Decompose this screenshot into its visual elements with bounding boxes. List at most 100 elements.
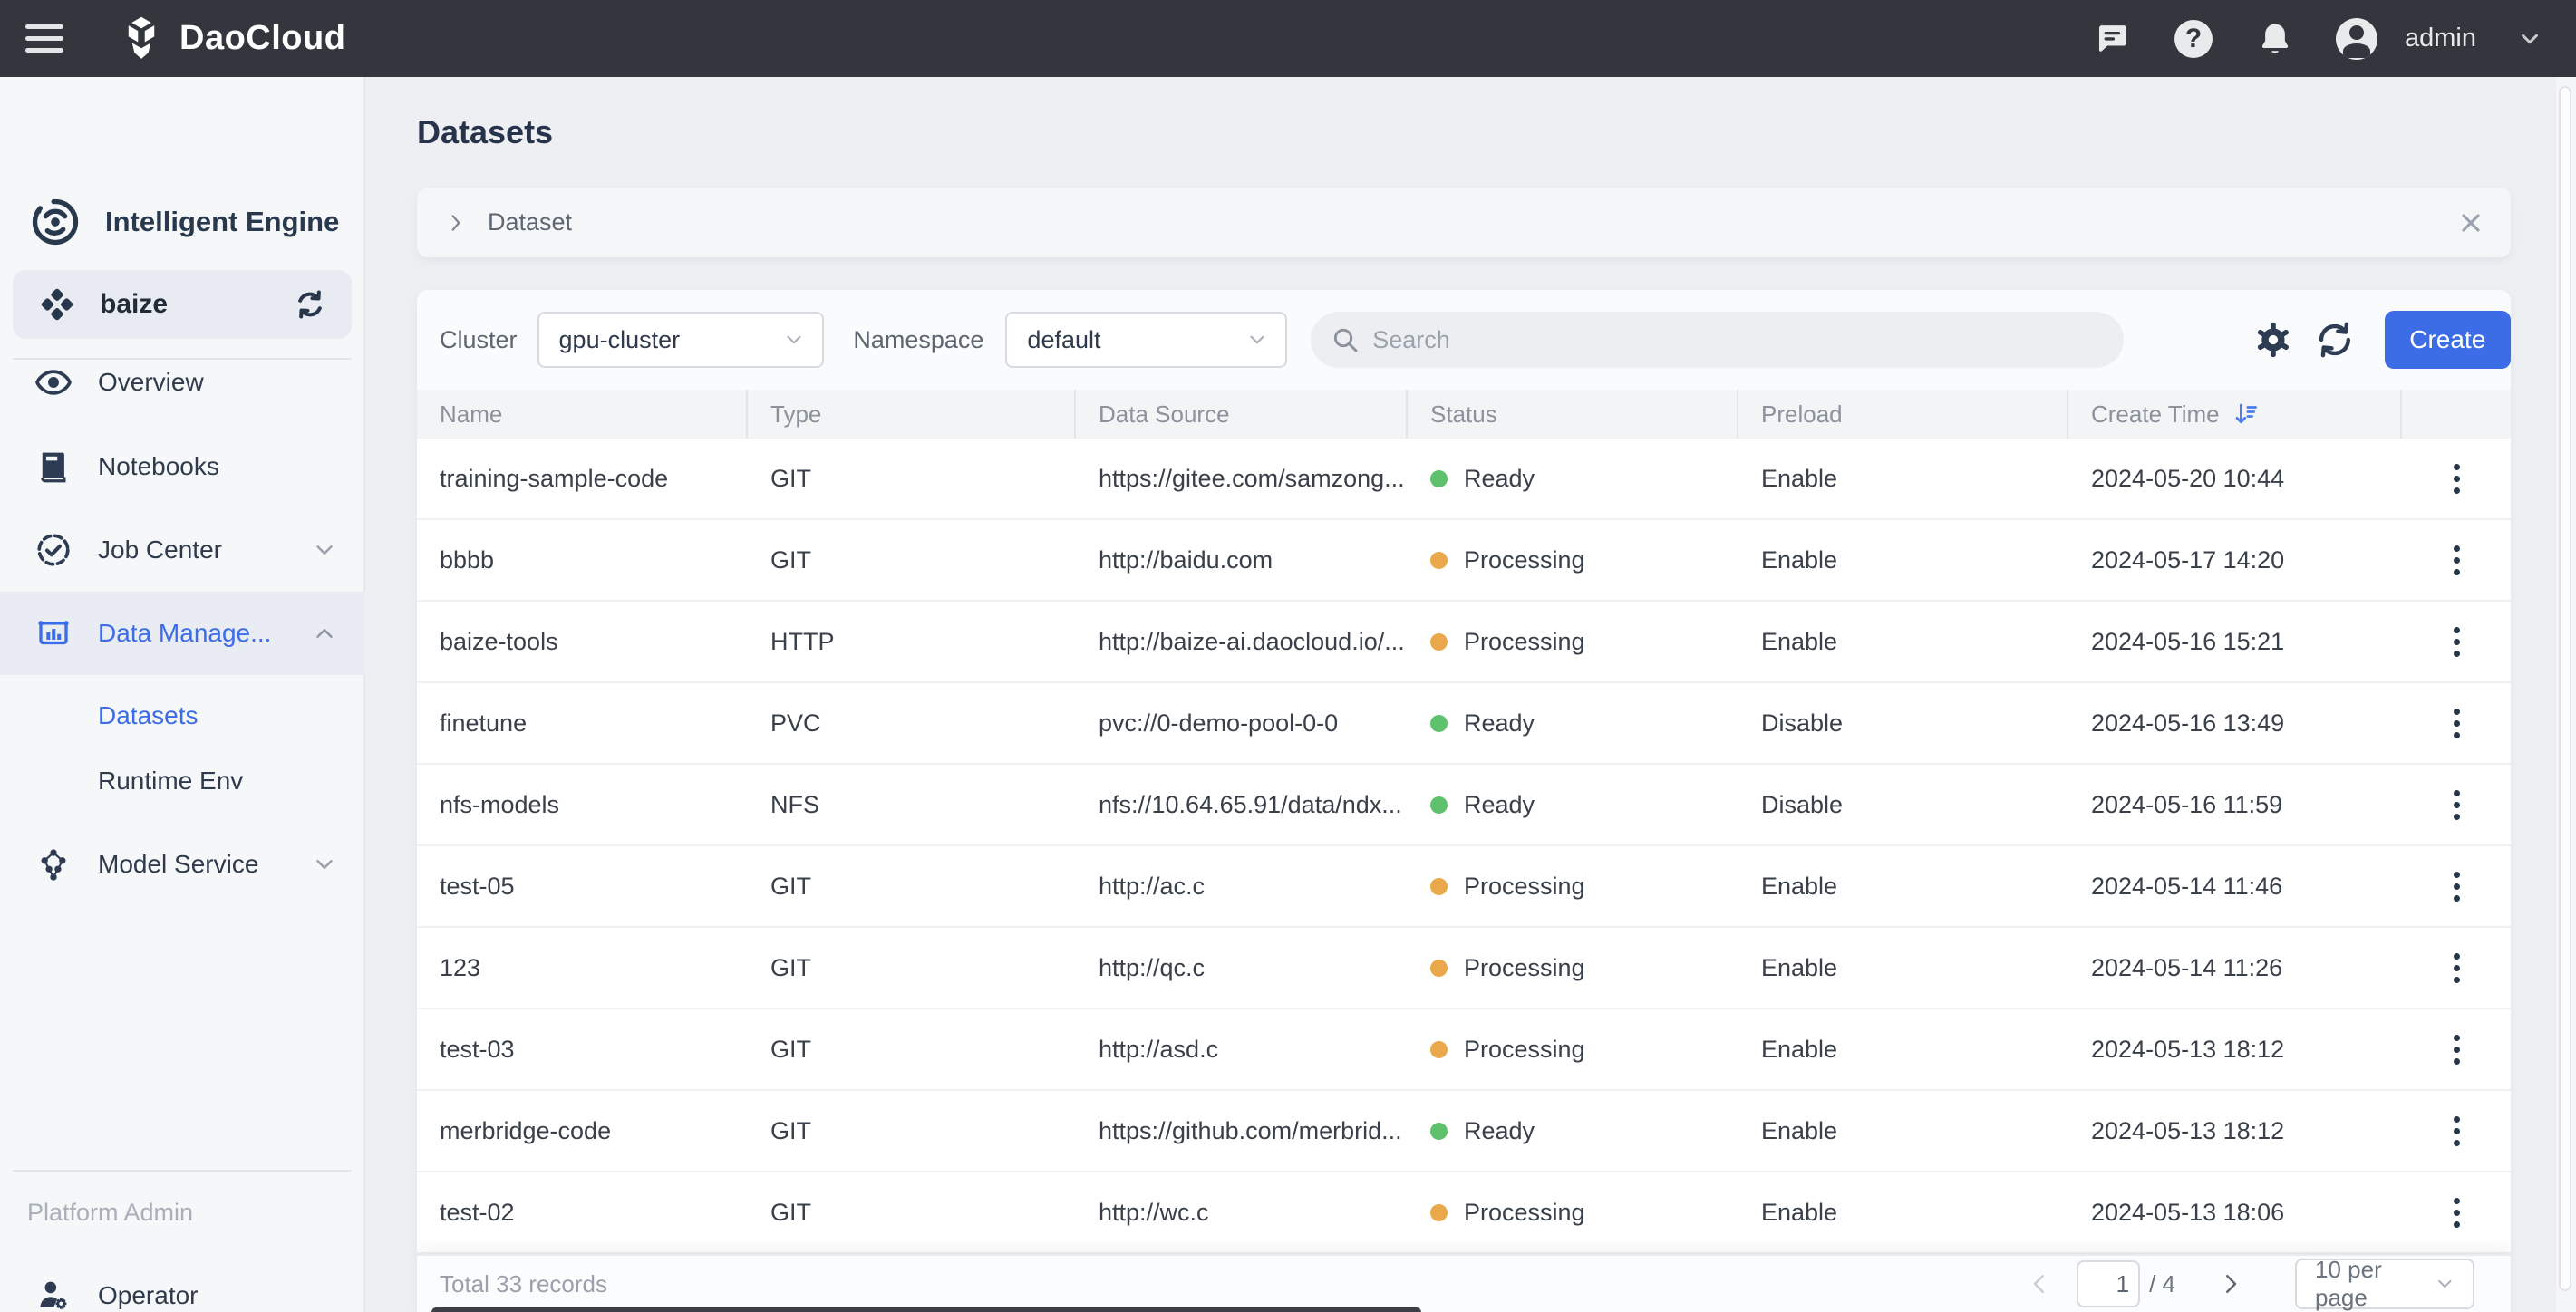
cluster-select[interactable]: gpu-cluster [537,312,825,368]
dataset-type: GIT [748,1036,1076,1064]
dataset-create-time: 2024-05-14 11:46 [2068,873,2402,901]
table-row[interactable]: merbridge-code GIT https://github.com/me… [417,1091,2511,1172]
main-content: Datasets Dataset Cluster gpu-cluster Nam… [365,77,2576,1312]
notification-bell-icon[interactable] [2254,18,2296,60]
row-actions-kebab-icon[interactable] [2446,864,2467,909]
dataset-source: http://baize-ai.daocloud.io/... [1076,628,1408,656]
table-row[interactable]: 123 GIT http://qc.c Processing Enable 20… [417,928,2511,1009]
cluster-select-value: gpu-cluster [559,326,681,354]
sidebar-item-operator[interactable]: Operator [0,1254,365,1312]
breadcrumb[interactable]: Dataset [417,188,2511,257]
dataset-status: Processing [1408,954,1738,982]
row-actions-kebab-icon[interactable] [2446,1191,2467,1235]
hamburger-menu-icon[interactable] [25,18,80,60]
column-header-create-time[interactable]: Create Time [2068,390,2402,439]
model-service-icon [34,845,73,883]
dataset-preload: Disable [1738,791,2068,819]
eye-icon [34,363,73,401]
dataset-source: http://asd.c [1076,1036,1408,1064]
row-actions-kebab-icon[interactable] [2446,1027,2467,1072]
namespace-label: Namespace [853,326,983,354]
sidebar-item-notebooks[interactable]: Notebooks [0,425,365,508]
column-header-data-source[interactable]: Data Source [1076,390,1408,439]
prev-page-icon[interactable] [2026,1270,2053,1298]
sidebar-item-job-center[interactable]: Job Center [0,508,365,592]
next-page-icon[interactable] [2217,1270,2244,1298]
row-actions-kebab-icon[interactable] [2446,783,2467,827]
row-actions-kebab-icon[interactable] [2446,946,2467,990]
scrollbar-thumb[interactable] [2559,86,2571,1291]
feedback-icon[interactable] [2091,18,2133,60]
settings-gear-icon[interactable] [2252,319,2294,361]
dataset-preload: Enable [1738,546,2068,574]
top-bar: DaoCloud ? admin [0,0,2576,77]
dataset-status: Processing [1408,628,1738,656]
close-icon[interactable] [2456,208,2485,237]
table-row[interactable]: test-02 GIT http://wc.c Processing Enabl… [417,1172,2511,1254]
page-title: Datasets [417,113,553,151]
sidebar-item-runtime-env[interactable]: Runtime Env [0,748,365,814]
table-row[interactable]: test-05 GIT http://ac.c Processing Enabl… [417,846,2511,928]
column-header-preload[interactable]: Preload [1738,390,2068,439]
status-label: Ready [1464,465,1535,493]
user-avatar[interactable] [2336,18,2377,60]
page-number-input[interactable] [2077,1260,2140,1307]
sort-descending-icon[interactable] [2232,400,2260,428]
status-dot [1430,552,1448,569]
table-row[interactable]: test-03 GIT http://asd.c Processing Enab… [417,1009,2511,1091]
per-page-select[interactable]: 10 per page [2295,1259,2474,1309]
namespace-select-value: default [1027,326,1100,354]
sidebar-item-model-service[interactable]: Model Service [0,823,365,906]
switch-workspace-icon[interactable] [292,286,328,323]
help-icon[interactable]: ? [2173,18,2214,60]
table-header: Name Type Data Source Status Preload Cre… [417,390,2511,439]
row-actions-kebab-icon[interactable] [2446,1109,2467,1153]
dataset-source: http://wc.c [1076,1199,1408,1227]
create-button[interactable]: Create [2385,311,2511,369]
column-header-type[interactable]: Type [748,390,1076,439]
status-label: Processing [1464,873,1585,901]
table-row[interactable]: baize-tools HTTP http://baize-ai.daoclou… [417,602,2511,683]
page-total: / 4 [2149,1270,2175,1298]
dataset-name: test-05 [417,873,748,901]
column-header-status[interactable]: Status [1408,390,1738,439]
table-row[interactable]: bbbb GIT http://baidu.com Processing Ena… [417,520,2511,602]
table-row[interactable]: nfs-models NFS nfs://10.64.65.91/data/nd… [417,765,2511,846]
workspace-selector[interactable]: baize [13,270,352,339]
row-actions-kebab-icon[interactable] [2446,457,2467,501]
sidebar-item-data-management[interactable]: Data Manage... [0,592,365,675]
row-actions-kebab-icon[interactable] [2446,620,2467,664]
datasets-card: Cluster gpu-cluster Namespace default [417,290,2511,1312]
dataset-create-time: 2024-05-14 11:26 [2068,954,2402,982]
namespace-select[interactable]: default [1005,312,1287,368]
page-scrollbar[interactable] [2556,77,2576,1312]
dataset-create-time: 2024-05-17 14:20 [2068,546,2402,574]
brand-logo[interactable]: DaoCloud [116,14,345,64]
chevron-down-icon [2434,1272,2456,1296]
row-actions-kebab-icon[interactable] [2446,701,2467,746]
dataset-source: https://github.com/merbrid... [1076,1117,1408,1145]
dataset-preload: Enable [1738,465,2068,493]
sidebar-item-datasets[interactable]: Datasets [0,683,365,748]
dataset-source: http://qc.c [1076,954,1408,982]
row-actions-kebab-icon[interactable] [2446,538,2467,583]
chevron-down-icon [311,536,338,564]
dataset-create-time: 2024-05-13 18:12 [2068,1117,2402,1145]
status-label: Processing [1464,1036,1585,1064]
table-row[interactable]: finetune PVC pvc://0-demo-pool-0-0 Ready… [417,683,2511,765]
status-label: Processing [1464,954,1585,982]
username[interactable]: admin [2405,24,2476,53]
sidebar: Intelligent Engine baize Overview [0,77,365,1312]
status-dot [1430,470,1448,487]
dataset-type: GIT [748,1199,1076,1227]
table-row[interactable]: training-sample-code GIT https://gitee.c… [417,439,2511,520]
status-dot [1430,960,1448,977]
sidebar-item-overview[interactable]: Overview [0,341,365,424]
search-input[interactable] [1372,326,2079,354]
filter-bar: Cluster gpu-cluster Namespace default [417,290,2511,390]
user-menu-chevron-down-icon[interactable] [2516,25,2543,53]
status-dot [1430,878,1448,895]
column-header-name[interactable]: Name [417,390,748,439]
operator-icon [34,1277,73,1312]
refresh-icon[interactable] [2314,319,2356,361]
